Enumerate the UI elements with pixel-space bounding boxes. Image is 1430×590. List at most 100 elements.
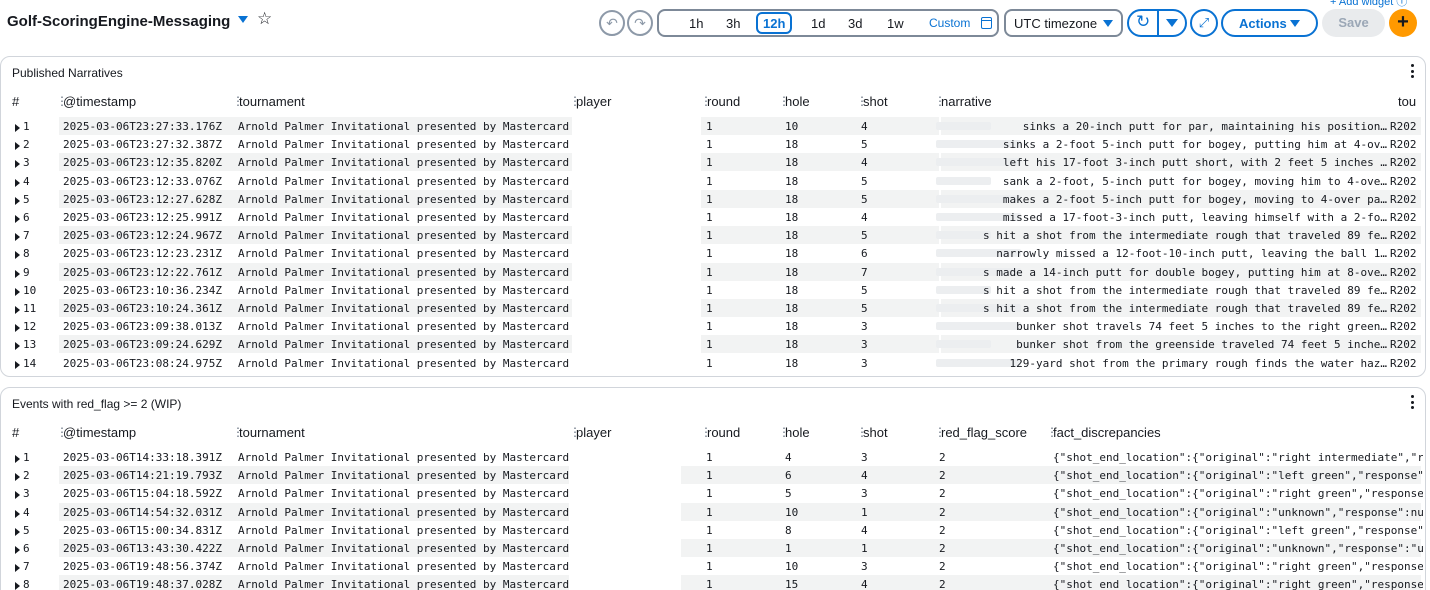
time-range-3d[interactable]: 3d	[848, 16, 862, 31]
column-header-round[interactable]: round	[700, 425, 740, 440]
time-range-1h[interactable]: 1h	[689, 16, 703, 31]
refresh-options-chevron-down-icon[interactable]	[1166, 19, 1178, 27]
expand-row-chevron-right-icon[interactable]	[15, 160, 20, 169]
cell-timestamp: 2025-03-06T23:12:22.761Z	[63, 265, 222, 279]
table-row[interactable]: 5 2025-03-06T15:00:34.831Z Arnold Palmer I…	[1, 521, 1425, 539]
expand-row-chevron-right-icon[interactable]	[15, 178, 20, 187]
expand-row-chevron-right-icon[interactable]	[15, 215, 20, 223]
column-header-hole[interactable]: hole	[778, 94, 809, 109]
table-row[interactable]: 7 2025-03-06T23:12:24.967Z Arnold Palmer I…	[1, 226, 1425, 245]
cell-tournament: Arnold Palmer Invitational presented by …	[238, 265, 570, 279]
table-row[interactable]: 6 2025-03-06T13:43:30.422Z Arnold Palmer I…	[1, 539, 1425, 557]
column-header-player[interactable]: player	[569, 94, 612, 109]
cell-hole: 10	[785, 505, 799, 519]
table-row[interactable]: 1 2025-03-06T23:27:33.176Z Arnold Palmer I…	[1, 117, 1425, 135]
cell-timestamp: 2025-03-06T23:08:24.975Z	[63, 356, 222, 370]
expand-row-chevron-right-icon[interactable]	[15, 287, 20, 296]
column-header-shot[interactable]: shot	[856, 425, 887, 440]
column-header-tournament[interactable]: tournament	[232, 94, 305, 109]
expand-row-chevron-right-icon[interactable]	[15, 564, 20, 573]
expand-row-chevron-right-icon[interactable]	[15, 473, 20, 482]
table-row[interactable]: 11 2025-03-06T23:10:24.361Z Arnold Palmer …	[1, 299, 1425, 317]
expand-row-chevron-right-icon[interactable]	[15, 582, 20, 590]
table-row[interactable]: 3 2025-03-06T15:04:18.592Z Arnold Palmer I…	[1, 484, 1425, 502]
dashboard-selector-chevron-down-icon[interactable]	[238, 16, 248, 23]
add-button[interactable]: +	[1389, 9, 1417, 37]
column-header-round[interactable]: round	[700, 94, 740, 109]
cell-round: 1	[706, 174, 713, 188]
column-header-timestamp[interactable]: @timestamp	[56, 94, 136, 109]
refresh-icon[interactable]: ↻	[1136, 13, 1150, 30]
table-row[interactable]: 9 2025-03-06T23:12:22.761Z Arnold Palmer I…	[1, 262, 1425, 281]
timezone-select[interactable]: UTC timezone	[1004, 9, 1123, 37]
expand-row-chevron-right-icon[interactable]	[15, 233, 20, 242]
column-header-narrative[interactable]: narrative	[934, 94, 992, 109]
expand-row-chevron-right-icon[interactable]	[15, 360, 20, 369]
table-row[interactable]: 8 2025-03-06T19:48:37.028Z Arnold Palmer I…	[1, 575, 1425, 590]
cell-red-flag-score: 2	[939, 523, 946, 537]
expand-row-chevron-right-icon[interactable]	[15, 196, 20, 205]
expand-row-chevron-right-icon[interactable]	[15, 124, 20, 132]
table-row[interactable]: 4 2025-03-06T14:54:32.031Z Arnold Palmer I…	[1, 502, 1425, 521]
expand-row-chevron-right-icon[interactable]	[15, 324, 20, 333]
add-widget-link[interactable]: + Add widget ⓘ	[1330, 0, 1407, 9]
star-icon[interactable]: ☆	[257, 10, 272, 27]
cell-hole: 18	[785, 192, 799, 206]
actions-button[interactable]: Actions	[1221, 9, 1318, 37]
row-index: 12	[23, 320, 37, 334]
table-row[interactable]: 6 2025-03-06T23:12:25.991Z Arnold Palmer I…	[1, 208, 1425, 226]
save-button[interactable]: Save	[1322, 9, 1385, 37]
expand-row-chevron-right-icon[interactable]	[15, 491, 20, 500]
table-row[interactable]: 7 2025-03-06T19:48:56.374Z Arnold Palmer I…	[1, 557, 1425, 575]
time-range-custom[interactable]: Custom	[929, 16, 970, 30]
cell-hole: 4	[785, 451, 792, 464]
undo-button[interactable]: ↶	[599, 10, 625, 36]
cell-timestamp: 2025-03-06T23:12:27.628Z	[63, 192, 222, 206]
expand-row-chevron-right-icon[interactable]	[15, 455, 20, 463]
cell-timestamp: 2025-03-06T14:54:32.031Z	[63, 505, 222, 519]
table-row[interactable]: 8 2025-03-06T23:12:23.231Z Arnold Palmer I…	[1, 244, 1425, 262]
column-header-timestamp[interactable]: @timestamp	[56, 425, 136, 440]
table-row[interactable]: 3 2025-03-06T23:12:35.820Z Arnold Palmer I…	[1, 153, 1425, 172]
column-header-tournament[interactable]: tournament	[232, 425, 305, 440]
expand-row-chevron-right-icon[interactable]	[15, 251, 20, 260]
expand-button[interactable]: ⤢	[1190, 9, 1218, 37]
cell-shot: 3	[861, 356, 868, 370]
column-header-player[interactable]: player	[569, 425, 612, 440]
row-index: 4	[23, 505, 30, 519]
column-header-hole[interactable]: hole	[778, 425, 809, 440]
widget-menu-icon[interactable]	[1409, 64, 1415, 81]
table-row[interactable]: 4 2025-03-06T23:12:33.076Z Arnold Palmer I…	[1, 172, 1425, 190]
row-index: 7	[23, 229, 30, 243]
redo-button[interactable]: ↷	[627, 10, 653, 36]
widget-menu-icon[interactable]	[1409, 395, 1415, 412]
column-header-tournament-id[interactable]: tou	[1398, 94, 1425, 109]
time-range-12h[interactable]: 12h	[756, 12, 793, 34]
table-row[interactable]: 2 2025-03-06T23:27:32.387Z Arnold Palmer I…	[1, 135, 1425, 153]
expand-row-chevron-right-icon[interactable]	[15, 527, 20, 536]
cell-fact-discrepancies: {"shot_end_location":{"original":"right …	[1053, 578, 1423, 590]
time-range-3h[interactable]: 3h	[726, 16, 740, 31]
row-index: 10	[23, 283, 37, 297]
column-header-fact-discrepancies[interactable]: fact_discrepancies	[1046, 425, 1161, 440]
column-header-red-flag-score[interactable]: red_flag_score	[934, 425, 1027, 440]
table-row[interactable]: 13 2025-03-06T23:09:24.629Z Arnold Palmer …	[1, 335, 1425, 354]
expand-row-chevron-right-icon[interactable]	[15, 509, 20, 518]
table-row[interactable]: 14 2025-03-06T23:08:24.975Z Arnold Palmer …	[1, 354, 1425, 372]
chevron-down-icon	[1103, 20, 1113, 27]
table-row[interactable]: 12 2025-03-06T23:09:38.013Z Arnold Palmer …	[1, 317, 1425, 335]
calendar-icon[interactable]	[981, 17, 992, 29]
time-range-1w[interactable]: 1w	[887, 16, 904, 31]
expand-row-chevron-right-icon[interactable]	[15, 269, 20, 278]
table-row[interactable]: 10 2025-03-06T23:10:36.234Z Arnold Palmer …	[1, 281, 1425, 299]
time-range-1d[interactable]: 1d	[811, 16, 825, 31]
expand-row-chevron-right-icon[interactable]	[15, 142, 20, 151]
table-row[interactable]: 2 2025-03-06T14:21:19.793Z Arnold Palmer I…	[1, 466, 1425, 485]
table-row[interactable]: 1 2025-03-06T14:33:18.391Z Arnold Palmer I…	[1, 448, 1425, 466]
column-header-shot[interactable]: shot	[856, 94, 887, 109]
table-row[interactable]: 5 2025-03-06T23:12:27.628Z Arnold Palmer I…	[1, 189, 1425, 208]
dashboard-header: + Add widget ⓘ Golf-ScoringEngine-Messag…	[0, 0, 1430, 48]
expand-row-chevron-right-icon[interactable]	[15, 546, 20, 554]
expand-row-chevron-right-icon[interactable]	[15, 306, 20, 314]
expand-row-chevron-right-icon[interactable]	[15, 342, 20, 351]
